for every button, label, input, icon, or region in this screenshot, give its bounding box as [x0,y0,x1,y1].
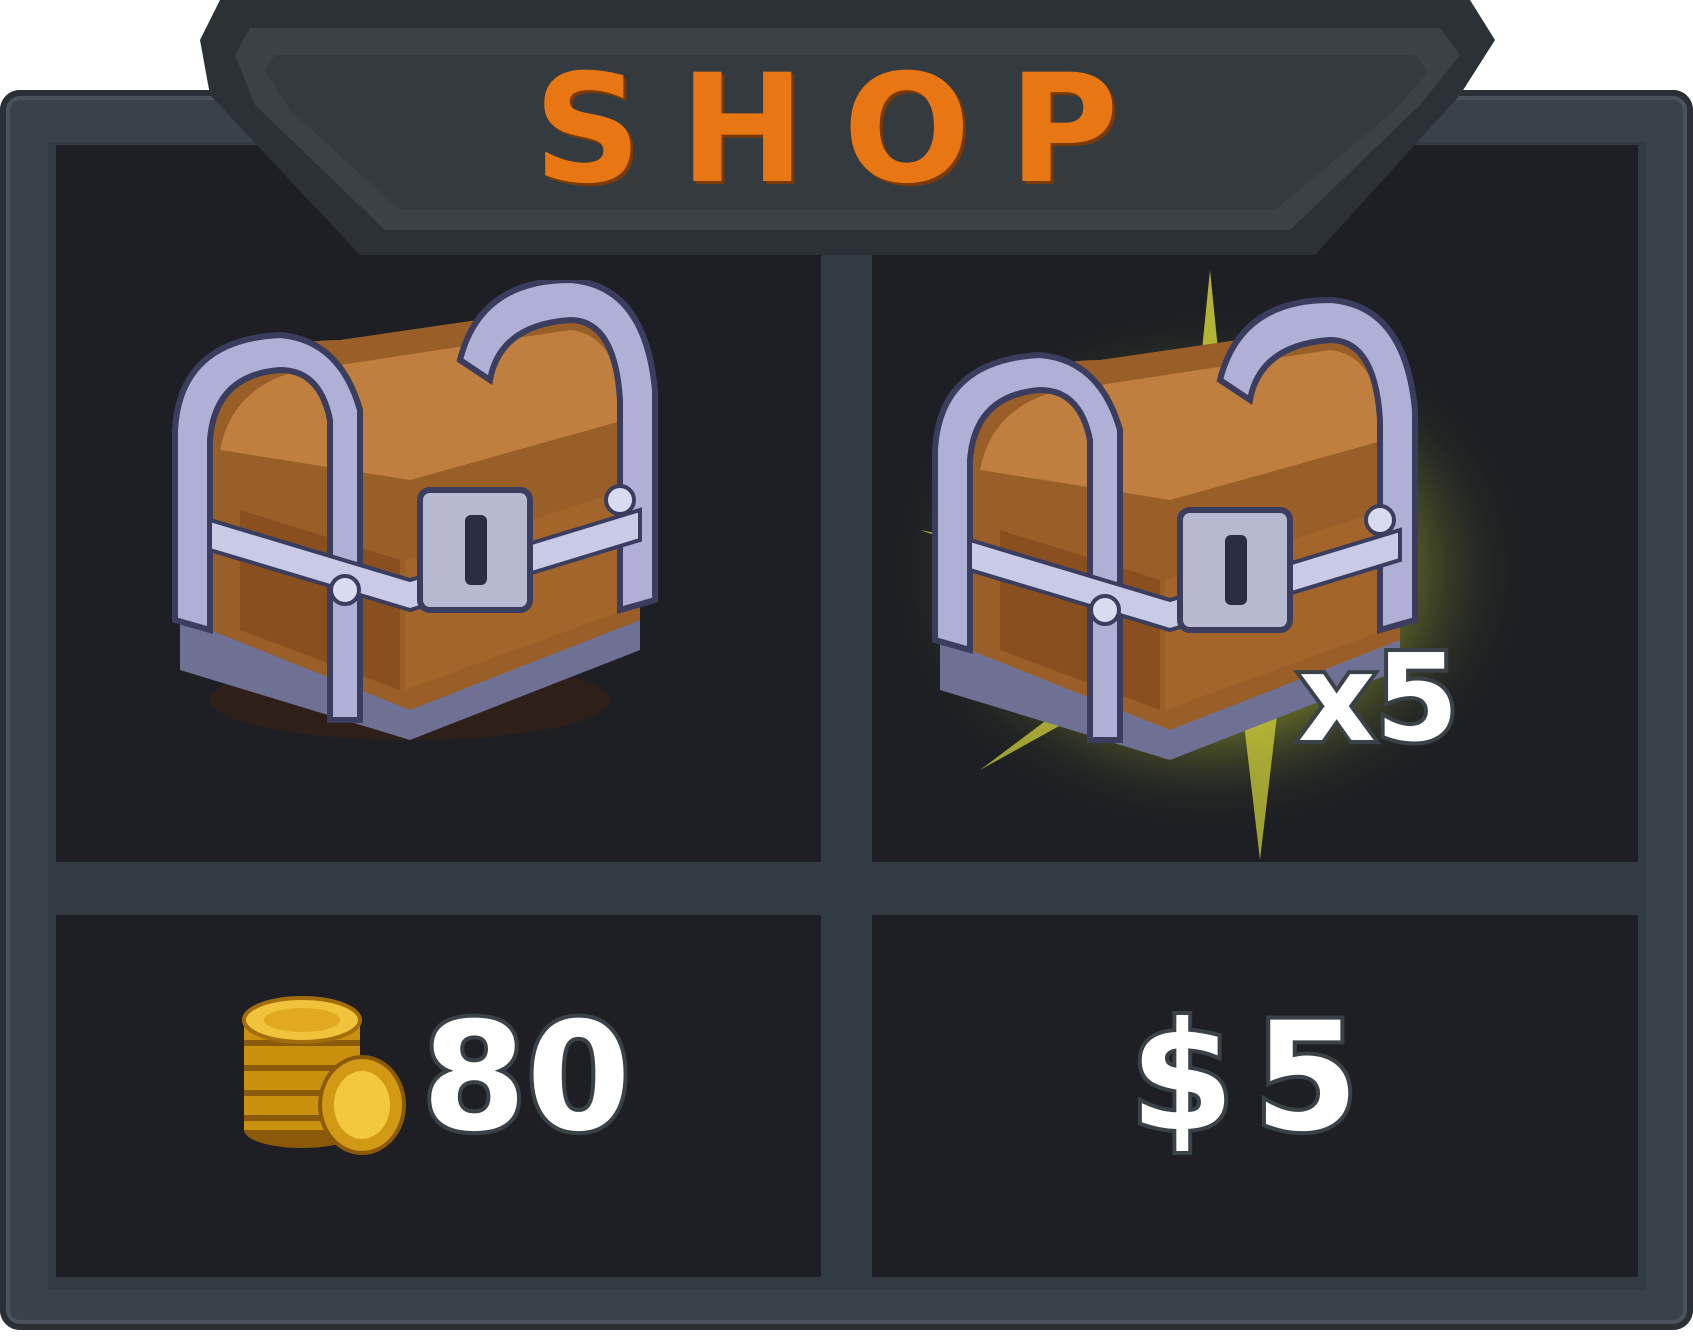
page-title: SHOP [533,43,1157,217]
price-coins: 80 [418,991,635,1165]
treasure-chest-icon [172,280,658,740]
gold-coin-stack-icon [242,996,406,1155]
price-cash: $5 [1126,991,1379,1165]
quantity-badge: x5 [1294,630,1463,769]
treasure-chest-glow-icon [890,270,1530,860]
